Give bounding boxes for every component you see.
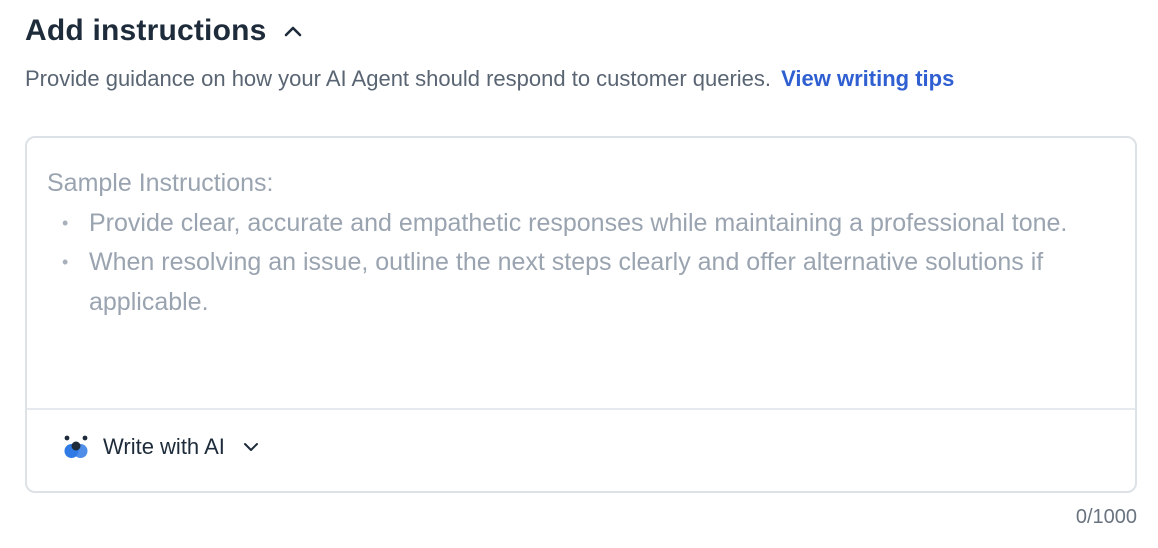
write-with-ai-label: Write with AI [103,434,225,459]
instructions-textarea[interactable] [27,138,1135,408]
chevron-up-icon[interactable] [281,19,305,43]
write-with-ai-button[interactable]: Write with AI [63,434,261,460]
character-counter: 0/1000 [1075,506,1137,528]
section-description: Provide guidance on how your AI Agent sh… [25,66,772,91]
ai-assistant-icon [63,434,89,460]
chevron-down-icon [243,438,261,456]
instructions-editor: Sample Instructions: Provide clear, accu… [25,136,1137,493]
view-writing-tips-link[interactable]: View writing tips [781,66,954,91]
editor-divider [27,408,1135,410]
section-header-toggle[interactable]: Add instructions [25,14,305,48]
section-description-row: Provide guidance on how your AI Agent sh… [25,66,954,92]
section-title: Add instructions [25,14,267,47]
